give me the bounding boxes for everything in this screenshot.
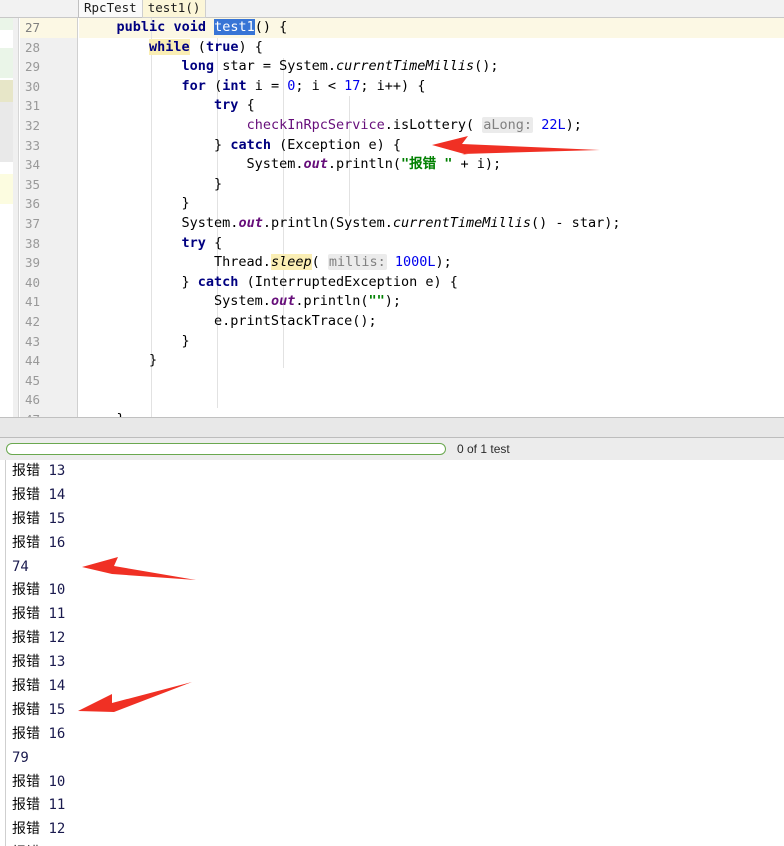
code-line[interactable]: System.out.println(""); (79, 292, 784, 312)
gutter-line-number[interactable]: 33 (20, 136, 77, 156)
gutter-line-number[interactable]: 43 (20, 332, 77, 352)
gutter-line-number[interactable]: 34 (20, 155, 77, 175)
test-progress-row: 0 of 1 test (0, 438, 784, 460)
change-marker-grey (0, 102, 13, 162)
console-line: 79 (12, 749, 29, 766)
console-line: 报错 14 (12, 678, 66, 695)
code-line[interactable]: Thread.sleep( millis: 1000L); (79, 253, 784, 273)
console-line: 报错 15 (12, 510, 66, 527)
change-marker-green (0, 48, 13, 78)
code-line[interactable]: System.out.println("报错 " + i); (79, 155, 784, 175)
console-line: 报错 11 (12, 797, 66, 814)
code-line[interactable]: } catch (InterruptedException e) { (79, 273, 784, 293)
code-line[interactable]: } (79, 332, 784, 352)
gutter-line-number[interactable]: 39 (20, 253, 77, 273)
console-line: 报错 11 (12, 606, 66, 623)
breadcrumb: RpcTest test1() (0, 0, 784, 18)
gutter-line-number[interactable]: 35 (20, 175, 77, 195)
code-line[interactable]: try { (79, 234, 784, 254)
gutter-line-number[interactable]: 30 (20, 77, 77, 97)
console-left-border (5, 460, 6, 846)
gutter-line-number[interactable]: 36 (20, 194, 77, 214)
ide-window: RpcTest test1() 27 28 29 30 31 32 33 34 35 36 37 38… (0, 0, 784, 846)
console-line: 报错 12 (12, 821, 66, 838)
console-line: 报错 12 (12, 630, 66, 647)
breadcrumb-item-class[interactable]: RpcTest (78, 0, 143, 18)
console-line: 报错 10 (12, 773, 66, 790)
console-line-list: 报错 13 报错 14 报错 15 报错 16 74 报错 10 报错 11 报错 12 报错 … (12, 460, 65, 846)
code-line[interactable]: for (int i = 0; i < 17; i++) { (79, 77, 784, 97)
console-output-panel[interactable]: 报错 13 报错 14 报错 15 报错 16 74 报错 10 报错 11 报错 12 报错 … (0, 460, 784, 846)
code-line[interactable] (79, 371, 784, 391)
breadcrumb-item-method[interactable]: test1() (141, 0, 207, 18)
gutter-line-number[interactable]: 28 (20, 38, 77, 58)
run-panel-toolbar[interactable] (0, 418, 784, 438)
console-line: 报错 13 (12, 654, 66, 671)
code-line[interactable]: System.out.println(System.currentTimeMil… (79, 214, 784, 234)
gutter-line-number[interactable]: 37 (20, 214, 77, 234)
console-line: 报错 14 (12, 486, 66, 503)
gutter-line-number[interactable]: 32 (20, 116, 77, 136)
console-line: 报错 16 (12, 534, 66, 551)
gutter-line-number[interactable]: 41 (20, 292, 77, 312)
gutter-line-number[interactable]: 38 (20, 234, 77, 254)
code-editor[interactable]: 27 28 29 30 31 32 33 34 35 36 37 38 39 40 41 42 43 44 45 46… (0, 18, 784, 418)
code-line[interactable]: } (79, 194, 784, 214)
gutter-line-number[interactable]: 27 (20, 18, 77, 38)
change-marker-strip (0, 18, 13, 418)
code-line[interactable]: while (true) { (79, 38, 784, 58)
code-line[interactable] (79, 390, 784, 410)
editor-gutter[interactable]: 27 28 29 30 31 32 33 34 35 36 37 38 39 40 41 42 43 44 45 46… (20, 18, 92, 418)
code-line[interactable]: } catch (Exception e) { (79, 136, 784, 156)
console-line: 报错 10 (12, 582, 66, 599)
change-marker-green (0, 18, 13, 30)
code-line[interactable]: checkInRpcService.isLottery( aLong: 22L)… (79, 116, 784, 136)
console-line: 报错 13 (12, 463, 66, 479)
gutter-line-number[interactable]: 46 (20, 390, 77, 410)
console-line: 报错 13 (12, 842, 65, 846)
change-marker-cream (0, 174, 13, 204)
code-line[interactable]: long star = System.currentTimeMillis(); (79, 57, 784, 77)
change-marker-yellow (0, 80, 13, 102)
console-line: 74 (12, 558, 29, 575)
code-line[interactable]: e.printStackTrace(); (79, 312, 784, 332)
console-line: 报错 15 (12, 701, 66, 718)
gutter-line-number[interactable]: 44 (20, 351, 77, 371)
code-line[interactable]: } (79, 351, 784, 371)
gutter-line-number[interactable]: 42 (20, 312, 77, 332)
gutter-line-number[interactable]: 29 (20, 57, 77, 77)
code-line[interactable]: } (79, 175, 784, 195)
test-status-label: 0 of 1 test (457, 442, 510, 456)
gutter-line-number[interactable]: 45 (20, 371, 77, 391)
gutter-line-number[interactable]: 40 (20, 273, 77, 293)
gutter-padding (13, 18, 19, 418)
code-line[interactable]: public void test1() { (79, 18, 784, 38)
console-line: 报错 16 (12, 725, 66, 742)
code-text-area[interactable]: public void test1() { while (true) { lon… (79, 18, 784, 418)
test-progress-bar (6, 443, 446, 455)
gutter-line-number[interactable]: 31 (20, 96, 77, 116)
code-line[interactable]: try { (79, 96, 784, 116)
